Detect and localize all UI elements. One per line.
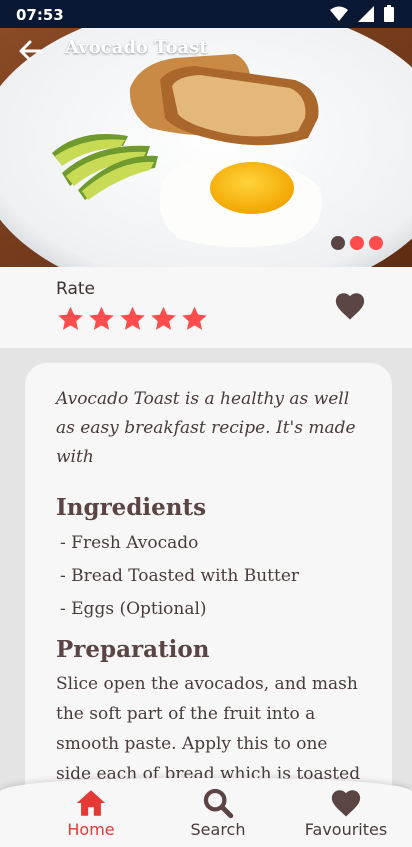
preparation-title: Preparation — [56, 636, 210, 663]
favourite-heart-icon[interactable] — [333, 289, 367, 323]
rating-section: Rate — [0, 267, 412, 348]
recipe-intro: Avocado Toast is a healthy as well as ea… — [56, 389, 356, 467]
bottom-navigation: Home Search Favourites — [0, 778, 412, 847]
nav-search[interactable]: Search — [158, 786, 278, 839]
star-icon[interactable] — [87, 305, 116, 333]
back-arrow-icon[interactable] — [16, 36, 46, 66]
nav-home[interactable]: Home — [31, 786, 151, 839]
rate-label: Rate — [56, 279, 95, 299]
star-icon[interactable] — [56, 305, 85, 333]
avocado-toast-photo — [0, 28, 412, 267]
home-icon — [76, 790, 106, 816]
recipe-title: Avocado Toast — [65, 37, 208, 58]
search-icon — [203, 788, 234, 819]
ingredient-item: - Eggs (Optional) — [60, 599, 207, 619]
heart-icon — [331, 790, 361, 817]
carousel-dot-2[interactable] — [350, 236, 364, 250]
star-icon[interactable] — [149, 305, 178, 333]
ingredient-item: - Fresh Avocado — [60, 533, 199, 553]
ingredients-title: Ingredients — [56, 494, 207, 521]
recipe-details-card[interactable]: Avocado Toast is a healthy as well as ea… — [25, 363, 392, 833]
ingredients-list: - Fresh Avocado - Bread Toasted with But… — [56, 527, 364, 626]
nav-search-label: Search — [190, 820, 246, 839]
wifi-icon — [330, 6, 348, 21]
carousel-dot-3[interactable] — [369, 236, 383, 250]
status-time: 07:53 — [16, 6, 64, 24]
star-icon[interactable] — [180, 305, 209, 333]
nav-home-label: Home — [67, 820, 115, 839]
star-rating[interactable] — [56, 305, 209, 333]
carousel-dot-1[interactable] — [331, 236, 345, 250]
star-icon[interactable] — [118, 305, 147, 333]
status-icons — [330, 5, 394, 22]
ingredient-item: - Bread Toasted with Butter — [60, 566, 300, 586]
carousel-dots[interactable] — [331, 236, 383, 250]
recipe-hero-image: Avocado Toast — [0, 28, 412, 267]
status-bar: 07:53 — [0, 0, 412, 28]
nav-favourites[interactable]: Favourites — [286, 786, 406, 839]
signal-icon — [358, 5, 374, 22]
nav-favourites-label: Favourites — [304, 820, 388, 839]
battery-icon — [384, 5, 394, 22]
